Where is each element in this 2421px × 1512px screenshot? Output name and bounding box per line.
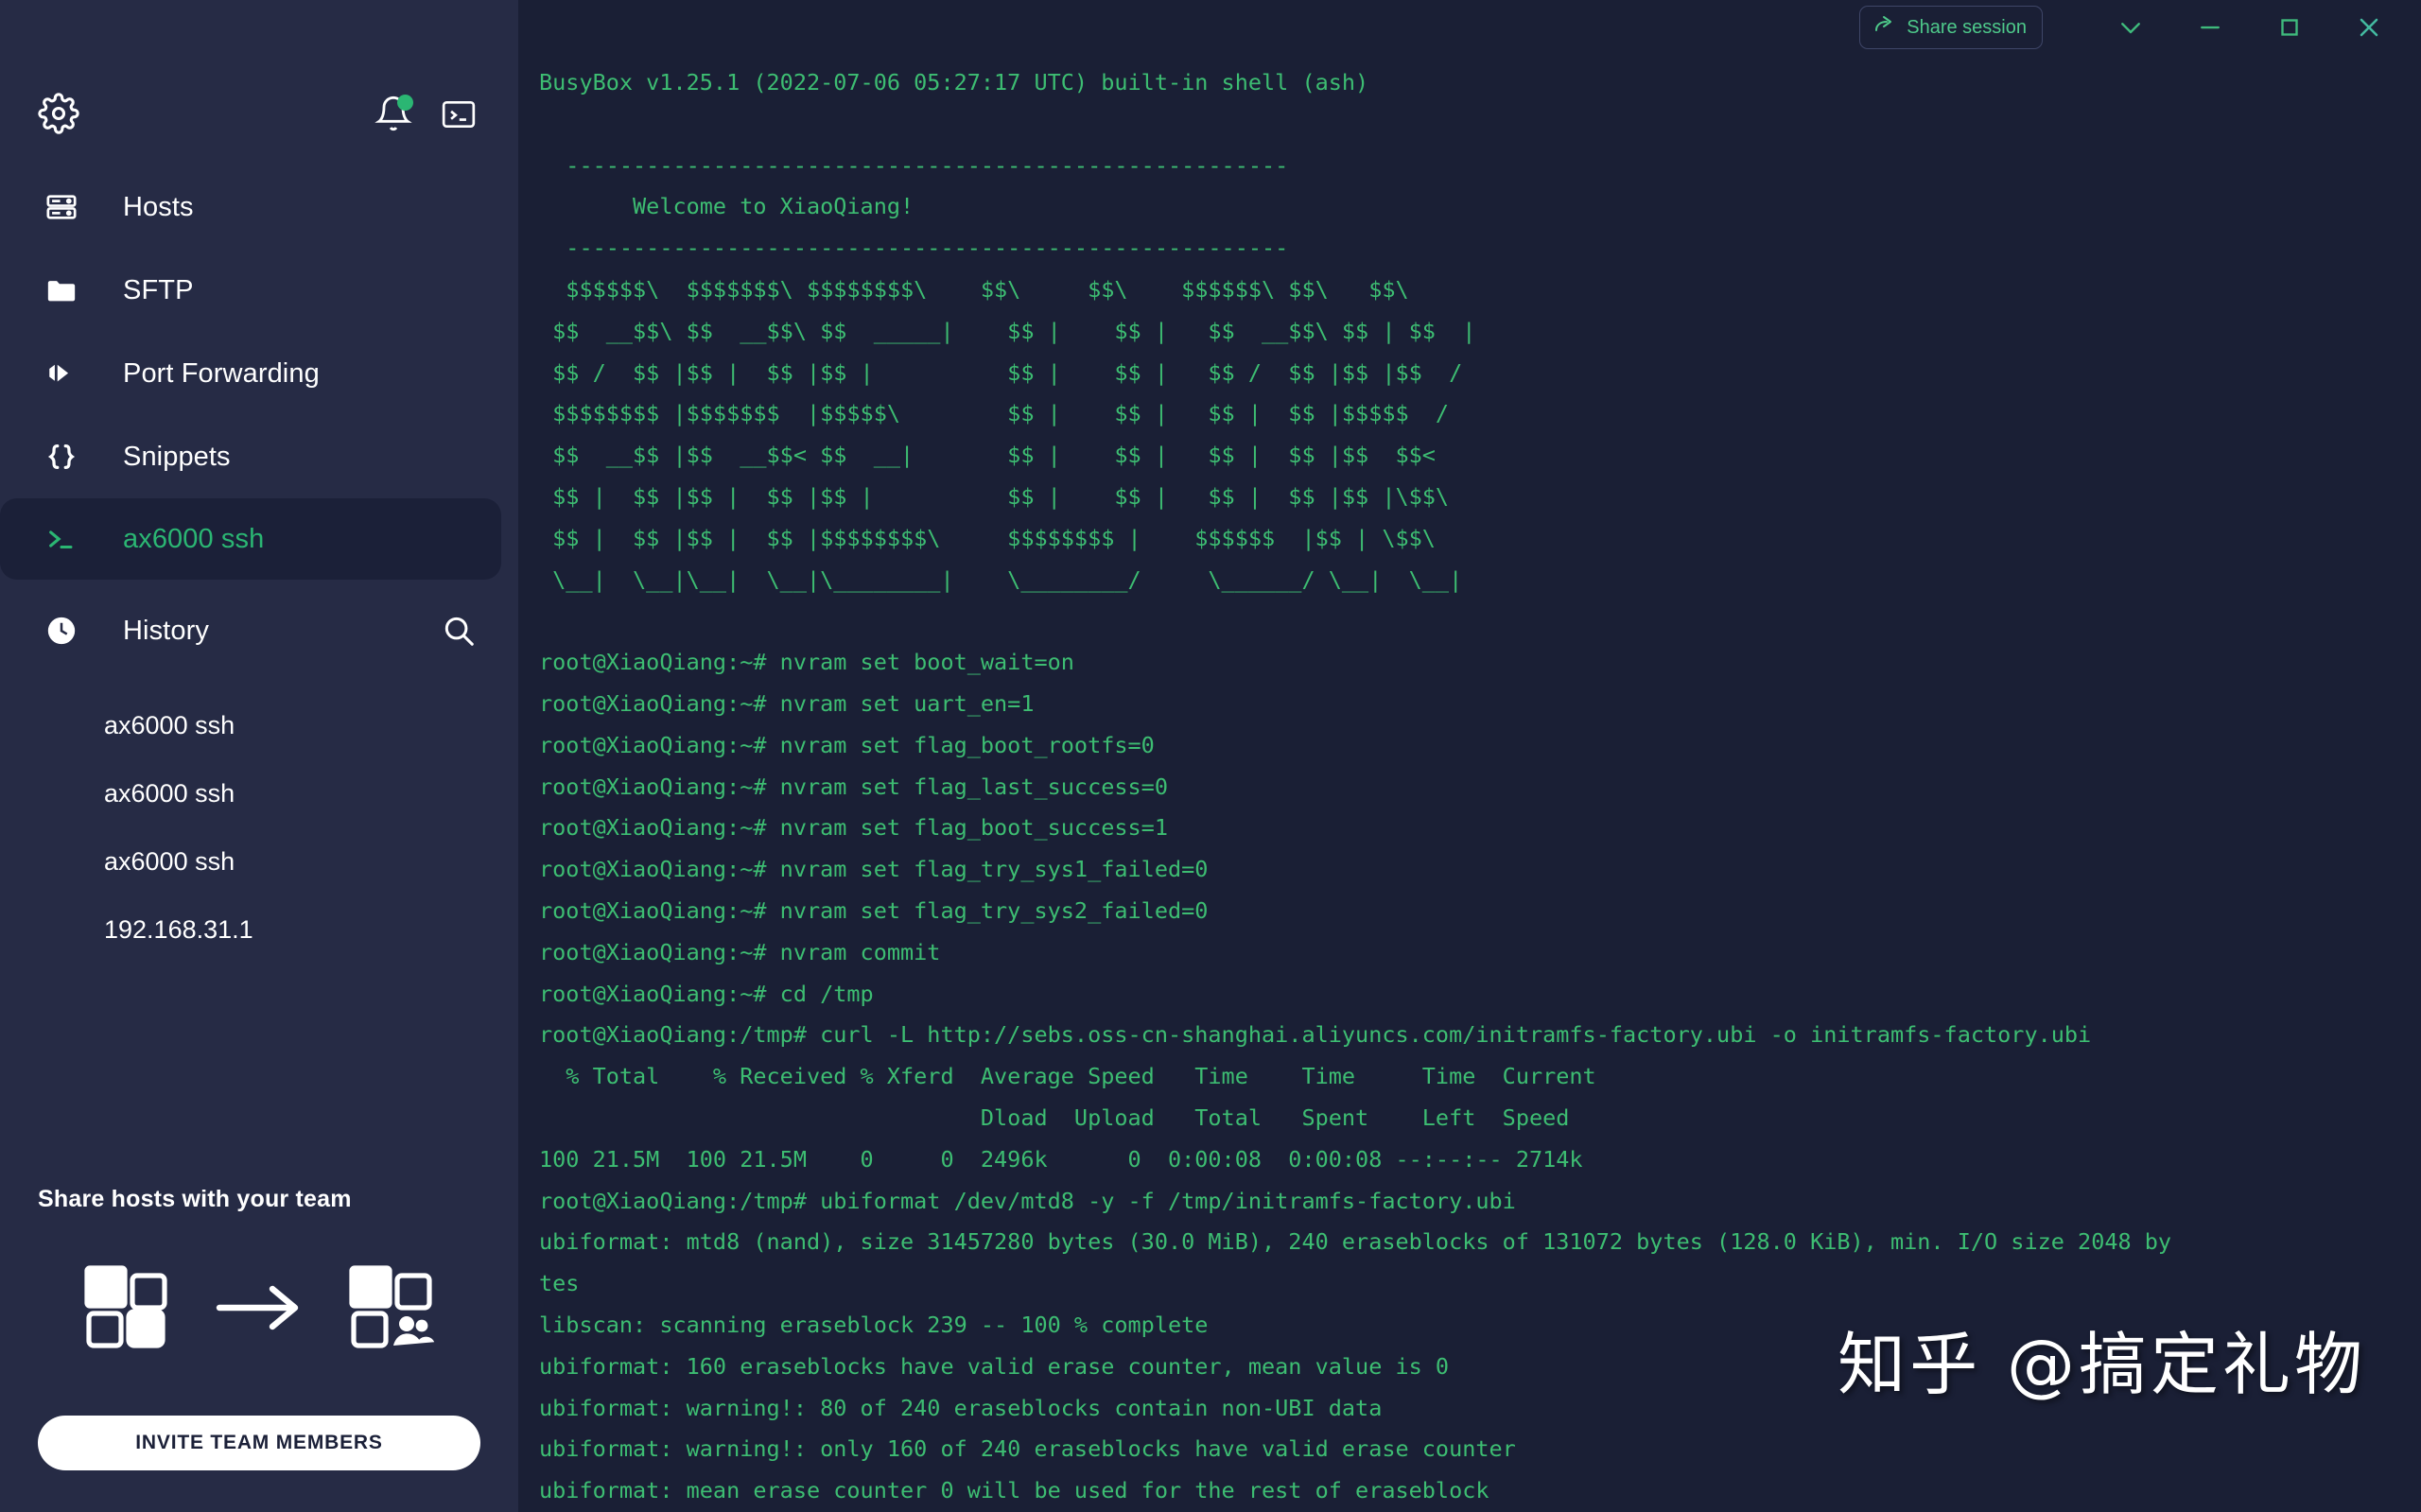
gear-icon[interactable] (38, 93, 79, 134)
sidebar-item-label: ax6000 ssh (123, 523, 265, 554)
terminal-line: \__| \__|\__| \__|\________| \________/ … (539, 565, 1463, 593)
terminal-line: ----------------------------------------… (539, 235, 1289, 262)
terminal-line: root@XiaoQiang:/tmp# curl -L http://sebs… (539, 1021, 2092, 1049)
terminal-output[interactable]: BusyBox v1.25.1 (2022-07-06 05:27:17 UTC… (518, 55, 2421, 1512)
terminal-line: ubiformat: 160 eraseblocks have valid er… (539, 1352, 1450, 1380)
terminal-line: Dload Upload Total Spent Left Speed (539, 1104, 1570, 1131)
chevron-down-icon[interactable] (2103, 7, 2158, 48)
sidebar: Hosts SFTP Port Forwarding Snippets ax60… (0, 0, 518, 1512)
terminal-line: $$$$$$$$ |$$$$$$$ |$$$$$\ $$ | $$ | $$ |… (539, 400, 1450, 427)
sidebar-item-label: Port Forwarding (123, 357, 320, 389)
sidebar-item-active-session[interactable]: ax6000 ssh (0, 498, 501, 580)
forward-arrow-icon (42, 354, 81, 393)
terminal-line: 100 21.5M 100 21.5M 0 0 2496k 0 0:00:08 … (539, 1145, 1583, 1173)
notification-dot (397, 95, 413, 111)
blocks-icon (83, 1264, 170, 1356)
terminal-line: root@XiaoQiang:/tmp# ubiformat /dev/mtd8… (539, 1187, 1516, 1214)
terminal-line: $$ | $$ |$$ | $$ |$$ | $$ | $$ | $$ | $$… (539, 482, 1450, 510)
share-hosts-graphic (38, 1262, 480, 1357)
window-titlebar: Share session (518, 0, 2421, 55)
sidebar-item-port-forwarding[interactable]: Port Forwarding (0, 332, 518, 415)
terminal-line: root@XiaoQiang:~# nvram set flag_try_sys… (539, 856, 1209, 883)
history-label: History (123, 615, 209, 646)
close-button[interactable] (2342, 7, 2396, 48)
maximize-button[interactable] (2262, 7, 2317, 48)
sidebar-item-label: SFTP (123, 274, 194, 305)
terminal-line: root@XiaoQiang:~# nvram set boot_wait=on (539, 649, 1074, 676)
bell-icon[interactable] (374, 95, 414, 134)
sidebar-nav: Hosts SFTP Port Forwarding Snippets ax60… (0, 165, 518, 964)
terminal-line: ubiformat: mtd8 (nand), size 31457280 by… (539, 1228, 2172, 1256)
main-area: Share session BusyBox v1.25.1 (2022-07-0… (518, 0, 2421, 1512)
curly-braces-icon (42, 437, 81, 477)
list-item[interactable]: 192.168.31.1 (0, 895, 518, 964)
terminal-prompt-icon (42, 519, 81, 559)
terminal-line: BusyBox v1.25.1 (2022-07-06 05:27:17 UTC… (539, 69, 1369, 96)
terminal-line: $$$$$$\ $$$$$$$\ $$$$$$$$\ $$\ $$\ $$$$$… (539, 275, 1409, 303)
app-window: Hosts SFTP Port Forwarding Snippets ax60… (0, 0, 2421, 1512)
terminal-line: $$ | $$ |$$ | $$ |$$$$$$$$\ $$$$$$$$ | $… (539, 524, 1436, 551)
share-icon (1872, 13, 1895, 42)
terminal-line: % Total % Received % Xferd Average Speed… (539, 1063, 1596, 1090)
share-hosts-title: Share hosts with your team (38, 1186, 352, 1212)
arrow-right-icon (216, 1283, 303, 1337)
sidebar-item-label: Snippets (123, 441, 231, 472)
terminal-line: Welcome to XiaoQiang! (539, 193, 914, 220)
folder-icon (42, 270, 81, 310)
terminal-line: tes (539, 1270, 580, 1297)
terminal-icon[interactable] (441, 96, 479, 134)
sidebar-toolbar (0, 0, 518, 165)
terminal-line: ubiformat: mean erase counter 0 will be … (539, 1477, 1489, 1504)
terminal-line: root@XiaoQiang:~# nvram commit (539, 938, 941, 965)
share-session-button[interactable]: Share session (1859, 6, 2043, 49)
search-icon[interactable] (441, 613, 477, 649)
terminal-line: root@XiaoQiang:~# nvram set flag_boot_ro… (539, 731, 1155, 758)
history-header[interactable]: History (0, 580, 518, 682)
list-item[interactable]: ax6000 ssh (0, 827, 518, 895)
share-session-label: Share session (1907, 16, 2027, 38)
invite-team-members-button[interactable]: INVITE TEAM MEMBERS (38, 1416, 480, 1470)
sidebar-item-hosts[interactable]: Hosts (0, 165, 518, 249)
terminal-line: root@XiaoQiang:~# nvram set flag_last_su… (539, 773, 1168, 800)
terminal-line: ----------------------------------------… (539, 151, 1289, 179)
sidebar-item-label: Hosts (123, 191, 194, 222)
sidebar-item-snippets[interactable]: Snippets (0, 415, 518, 498)
share-hosts-panel: Share hosts with your team INVITE TEAM M… (0, 1186, 518, 1512)
blocks-shared-icon (348, 1264, 435, 1356)
server-icon (42, 187, 81, 227)
history-list: ax6000 ssh ax6000 ssh ax6000 ssh 192.168… (0, 682, 518, 964)
terminal-line: $$ __$$\ $$ __$$\ $$ _____| $$ | $$ | $$… (539, 317, 1476, 344)
terminal-line: root@XiaoQiang:~# nvram set uart_en=1 (539, 689, 1035, 717)
terminal-line: $$ / $$ |$$ | $$ |$$ | $$ | $$ | $$ / $$… (539, 358, 1463, 386)
terminal-line: root@XiaoQiang:~# nvram set flag_boot_su… (539, 814, 1168, 842)
terminal-line: libscan: scanning eraseblock 239 -- 100 … (539, 1311, 1209, 1338)
terminal-line: ubiformat: warning!: only 160 of 240 era… (539, 1435, 1516, 1463)
terminal-line: ubiformat: warning!: 80 of 240 erasebloc… (539, 1394, 1383, 1421)
terminal-line: $$ __$$ |$$ __$$< $$ __| $$ | $$ | $$ | … (539, 442, 1436, 469)
sidebar-item-sftp[interactable]: SFTP (0, 249, 518, 332)
list-item[interactable]: ax6000 ssh (0, 691, 518, 759)
list-item[interactable]: ax6000 ssh (0, 759, 518, 827)
terminal-line: root@XiaoQiang:~# cd /tmp (539, 980, 874, 1007)
terminal-line: root@XiaoQiang:~# nvram set flag_try_sys… (539, 896, 1209, 924)
minimize-button[interactable] (2183, 7, 2238, 48)
clock-icon (42, 611, 81, 651)
